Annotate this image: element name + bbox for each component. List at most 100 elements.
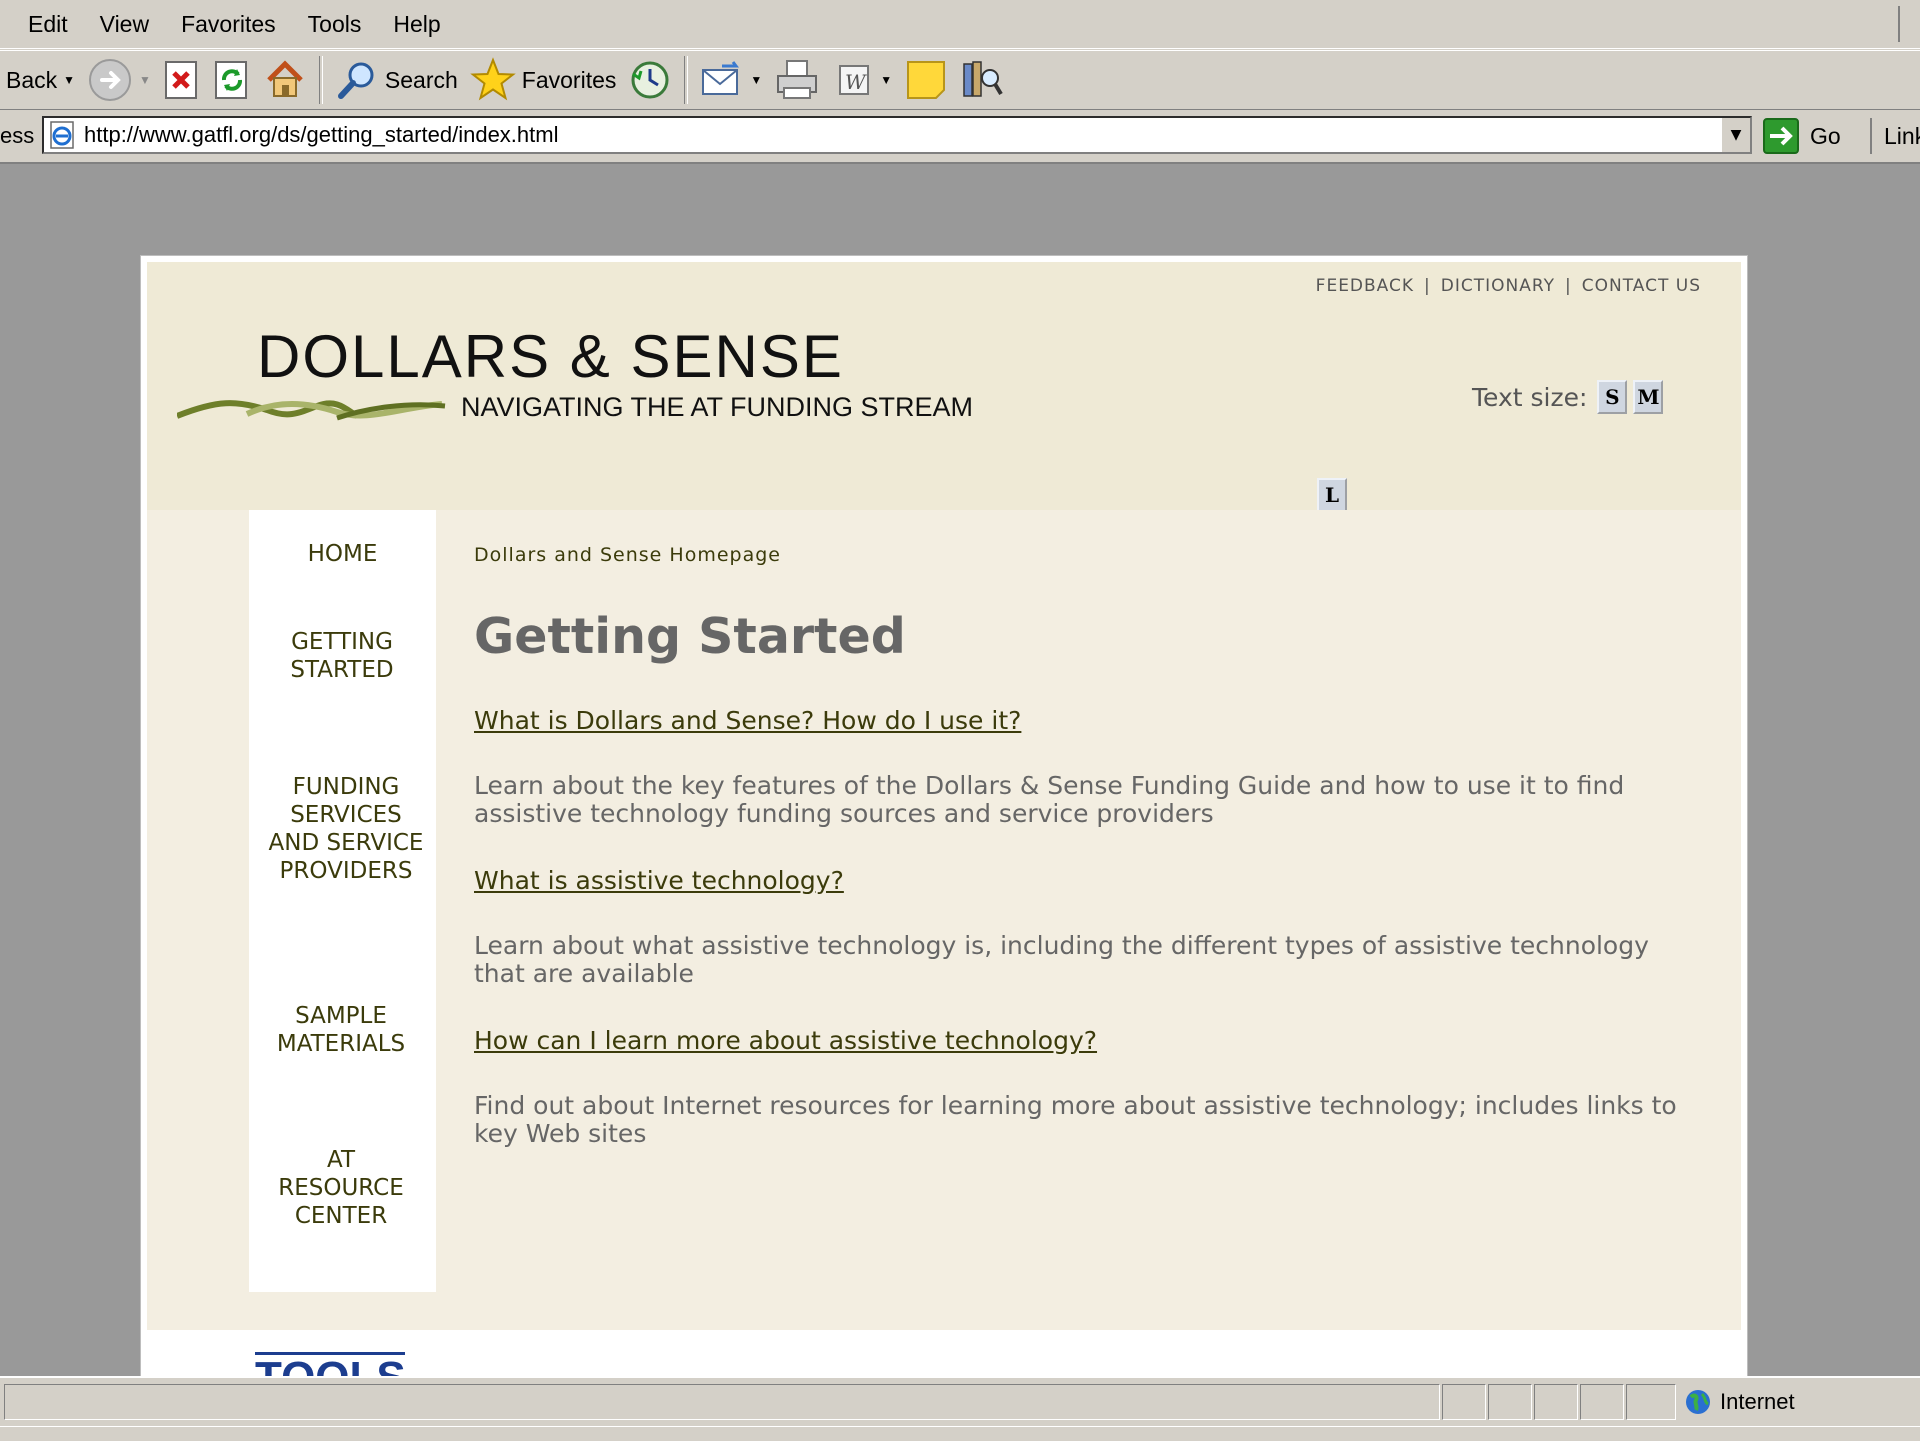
nav-at-resource-center[interactable]: AT RESOURCE CENTER <box>261 1146 421 1230</box>
menu-edit[interactable]: Edit <box>0 0 84 48</box>
text-size-medium-button[interactable]: M <box>1633 380 1664 414</box>
menu-help[interactable]: Help <box>377 0 456 48</box>
mail-dropdown-icon[interactable]: ▼ <box>750 73 762 87</box>
page-title: Getting Started <box>474 608 906 665</box>
windows-logo-edge <box>1898 6 1920 42</box>
forward-arrow-icon <box>87 57 133 103</box>
address-url[interactable]: http://www.gatfl.org/ds/getting_started/… <box>84 122 558 148</box>
links-toolbar[interactable]: Link <box>1870 118 1920 154</box>
search-label: Search <box>384 66 458 93</box>
forward-dropdown-icon[interactable]: ▼ <box>139 73 151 87</box>
utility-divider: | <box>1565 276 1572 296</box>
back-button[interactable]: Back ▼ <box>0 55 81 105</box>
status-pane <box>1442 1384 1486 1420</box>
status-text-pane <box>4 1384 1440 1420</box>
section-link-assistive-technology[interactable]: What is assistive technology? <box>474 866 844 895</box>
address-dropdown-icon[interactable]: ▼ <box>1720 118 1750 152</box>
utility-links: FEEDBACK | DICTIONARY | CONTACT US <box>1316 276 1701 296</box>
section-description: Learn about the key features of the Doll… <box>474 771 1625 828</box>
toolbar-separator <box>684 56 689 104</box>
favorites-button[interactable]: Favorites <box>464 55 623 105</box>
window-bottom-edge <box>0 1426 1920 1441</box>
nav-sample-materials[interactable]: SAMPLE MATERIALS <box>261 1002 421 1058</box>
ie-page-icon <box>48 120 78 150</box>
nav-getting-started[interactable]: GETTING STARTED <box>257 628 427 684</box>
feedback-link[interactable]: FEEDBACK <box>1316 276 1414 296</box>
section-link-dollars-and-sense[interactable]: What is Dollars and Sense? How do I use … <box>474 706 1021 735</box>
go-arrow-icon <box>1762 117 1800 155</box>
site-page: FEEDBACK | DICTIONARY | CONTACT US DOLLA… <box>140 255 1748 1376</box>
nav-home[interactable]: HOME <box>249 540 436 568</box>
section-description: Find out about Internet resources for le… <box>474 1091 1677 1148</box>
text-size-large-button[interactable]: L <box>1317 478 1347 512</box>
back-label: Back <box>6 66 58 93</box>
star-icon <box>470 57 516 103</box>
address-bar: ess http://www.gatfl.org/ds/getting_star… <box>0 110 1920 164</box>
logo-subtitle: NAVIGATING THE AT FUNDING STREAM <box>461 392 974 422</box>
standard-toolbar: Back ▼ ▼ Search Favorites ▼ W ▼ <box>0 50 1920 110</box>
zone-label: Internet <box>1720 1389 1795 1414</box>
go-label: Go <box>1810 122 1841 149</box>
status-pane <box>1626 1384 1676 1420</box>
go-button[interactable]: Go <box>1762 118 1841 154</box>
tools-logo-text: TOOLS <box>255 1353 405 1376</box>
discuss-button[interactable] <box>898 55 954 105</box>
print-button[interactable] <box>768 55 828 105</box>
swoosh-logo-icon <box>177 400 446 421</box>
address-label: ess <box>0 123 35 148</box>
menu-view[interactable]: View <box>84 0 165 48</box>
site-header: FEEDBACK | DICTIONARY | CONTACT US DOLLA… <box>147 262 1741 512</box>
note-icon <box>904 58 948 102</box>
globe-icon <box>1684 1388 1712 1416</box>
toolbar-separator <box>318 56 323 104</box>
stop-icon <box>163 60 201 100</box>
logo-title[interactable]: DOLLARS & SENSE <box>257 322 844 391</box>
dictionary-link[interactable]: DICTIONARY <box>1441 276 1555 296</box>
nav-funding-services[interactable]: FUNDING SERVICES AND SERVICE PROVIDERS <box>266 773 426 885</box>
refresh-button[interactable] <box>207 55 257 105</box>
text-size-label: Text size: <box>1472 382 1588 412</box>
address-field[interactable]: http://www.gatfl.org/ds/getting_started/… <box>42 116 1752 154</box>
search-button[interactable]: Search <box>329 55 464 105</box>
mail-icon <box>700 60 744 100</box>
refresh-icon <box>213 60 251 100</box>
status-bar: Internet <box>0 1376 1920 1428</box>
search-icon <box>335 58 379 102</box>
left-navigation: HOME GETTING STARTED FUNDING SERVICES AN… <box>249 510 436 1292</box>
text-size-control: Text size: S M <box>1472 380 1664 414</box>
web-viewport[interactable]: FEEDBACK | DICTIONARY | CONTACT US DOLLA… <box>0 164 1920 1376</box>
mail-button[interactable]: ▼ <box>694 55 768 105</box>
status-pane <box>1488 1384 1532 1420</box>
edit-dropdown-icon[interactable]: ▼ <box>880 73 892 87</box>
section-link-learn-more[interactable]: How can I learn more about assistive tec… <box>474 1026 1097 1055</box>
site-footer: TOOLS <box>147 1330 1741 1376</box>
research-button[interactable] <box>954 55 1010 105</box>
tools-logo-icon[interactable]: TOOLS <box>255 1352 405 1376</box>
contact-us-link[interactable]: CONTACT US <box>1582 276 1701 296</box>
menu-bar: Edit View Favorites Tools Help <box>0 0 1920 49</box>
history-button[interactable] <box>622 55 678 105</box>
status-pane <box>1580 1384 1624 1420</box>
forward-button[interactable]: ▼ <box>81 55 157 105</box>
utility-divider: | <box>1424 276 1431 296</box>
links-label: Link <box>1884 122 1920 149</box>
back-dropdown-icon[interactable]: ▼ <box>63 73 75 87</box>
menu-tools[interactable]: Tools <box>292 0 378 48</box>
edit-word-button[interactable]: W ▼ <box>828 55 898 105</box>
section-description: Learn about what assistive technology is… <box>474 931 1649 988</box>
research-books-icon <box>960 58 1004 102</box>
printer-icon <box>774 58 822 102</box>
stop-button[interactable] <box>157 55 207 105</box>
home-button[interactable] <box>257 55 313 105</box>
svg-text:W: W <box>845 70 867 94</box>
status-pane <box>1534 1384 1578 1420</box>
content-area: HOME GETTING STARTED FUNDING SERVICES AN… <box>147 510 1741 1330</box>
word-icon: W <box>834 60 874 100</box>
home-icon <box>263 58 307 102</box>
menu-favorites[interactable]: Favorites <box>165 0 292 48</box>
breadcrumb[interactable]: Dollars and Sense Homepage <box>474 544 781 566</box>
favorites-label: Favorites <box>521 66 617 93</box>
security-zone[interactable]: Internet <box>1684 1384 1920 1420</box>
text-size-small-button[interactable]: S <box>1597 380 1628 414</box>
history-icon <box>628 58 672 102</box>
